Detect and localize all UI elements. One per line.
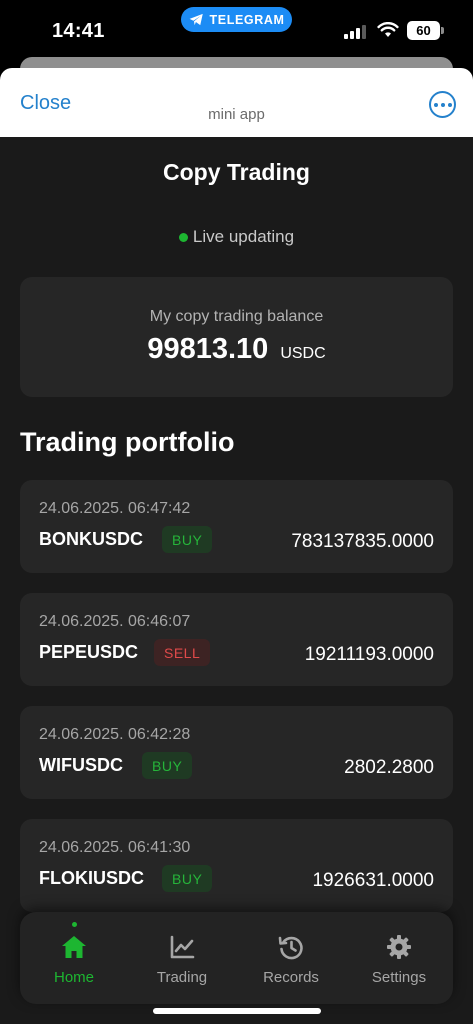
battery-level: 60 xyxy=(416,23,431,38)
live-dot-icon xyxy=(178,232,188,242)
trade-card[interactable]: 24.06.2025. 06:41:30 FLOKIUSDC BUY 19266… xyxy=(20,819,453,912)
trade-time: 24.06.2025. 06:47:42 xyxy=(39,500,191,517)
gear-icon xyxy=(387,935,411,959)
balance-value: 99813.10 xyxy=(147,333,269,365)
trade-card[interactable]: 24.06.2025. 06:47:42 BONKUSDC BUY 783137… xyxy=(20,480,453,573)
sheet-subtitle: mini app xyxy=(208,106,265,123)
status-bar: 14:41 TELEGRAM 60 xyxy=(0,0,473,62)
nav-label: Trading xyxy=(156,969,208,986)
history-icon xyxy=(278,936,303,960)
trade-side-badge: SELL xyxy=(154,639,211,666)
trade-amount: 19211193.0000 xyxy=(304,644,434,665)
trade-side-badge: BUY xyxy=(162,526,213,553)
balance-label: My copy trading balance xyxy=(149,308,324,325)
trade-side-badge: BUY xyxy=(162,865,213,892)
trade-card[interactable]: 24.06.2025. 06:46:07 PEPEUSDC SELL 19211… xyxy=(20,593,453,686)
nav-label: Home xyxy=(53,969,94,986)
nav-item-records[interactable]: Records xyxy=(237,912,345,1004)
app-content: Copy Trading Live updating My copy tradi… xyxy=(0,137,473,1024)
status-time: 14:41 xyxy=(52,20,105,42)
nav-label: Records xyxy=(263,969,319,986)
trade-card[interactable]: 24.06.2025. 06:42:28 WIFUSDC BUY 2802.28… xyxy=(20,706,453,799)
trade-amount: 1926631.0000 xyxy=(312,870,434,891)
trade-pair: WIFUSDC xyxy=(39,755,123,775)
trade-side-badge: BUY xyxy=(142,752,193,779)
trade-amount: 2802.2800 xyxy=(344,757,434,778)
trade-time: 24.06.2025. 06:42:28 xyxy=(39,726,191,743)
balance-row: 99813.10 USDC xyxy=(20,333,453,366)
more-options-icon[interactable] xyxy=(429,91,456,118)
active-indicator-dot xyxy=(71,922,77,927)
telegram-plane-icon xyxy=(189,13,203,26)
trade-pair: PEPEUSDC xyxy=(39,642,139,662)
battery-nub xyxy=(441,27,444,34)
cellular-signal-icon xyxy=(344,25,366,39)
nav-item-home[interactable]: Home xyxy=(20,912,128,1004)
home-indicator[interactable] xyxy=(153,1008,321,1014)
telegram-label: TELEGRAM xyxy=(209,12,285,27)
telegram-pill[interactable]: TELEGRAM xyxy=(181,7,292,32)
trade-time: 24.06.2025. 06:41:30 xyxy=(39,839,191,856)
page-title: Copy Trading xyxy=(163,159,310,185)
balance-unit: USDC xyxy=(280,345,326,362)
battery-icon: 60 xyxy=(407,21,440,40)
wifi-icon xyxy=(377,22,399,37)
trade-time: 24.06.2025. 06:46:07 xyxy=(39,613,191,630)
home-icon xyxy=(62,936,86,958)
nav-item-trading[interactable]: Trading xyxy=(128,912,236,1004)
live-status: Live updating xyxy=(0,227,473,247)
portfolio-title: Trading portfolio xyxy=(20,427,235,457)
nav-label: Settings xyxy=(371,969,427,986)
trade-amount: 783137835.0000 xyxy=(291,531,434,552)
trade-pair: BONKUSDC xyxy=(39,529,144,549)
live-status-text: Live updating xyxy=(192,227,295,246)
nav-item-settings[interactable]: Settings xyxy=(345,912,453,1004)
trade-pair: FLOKIUSDC xyxy=(39,868,144,888)
bottom-nav: Home Trading Records Settings xyxy=(20,912,453,1004)
sheet-header: Close mini app xyxy=(0,68,473,137)
chart-line-icon xyxy=(170,935,195,959)
balance-card: My copy trading balance 99813.10 USDC xyxy=(20,277,453,397)
